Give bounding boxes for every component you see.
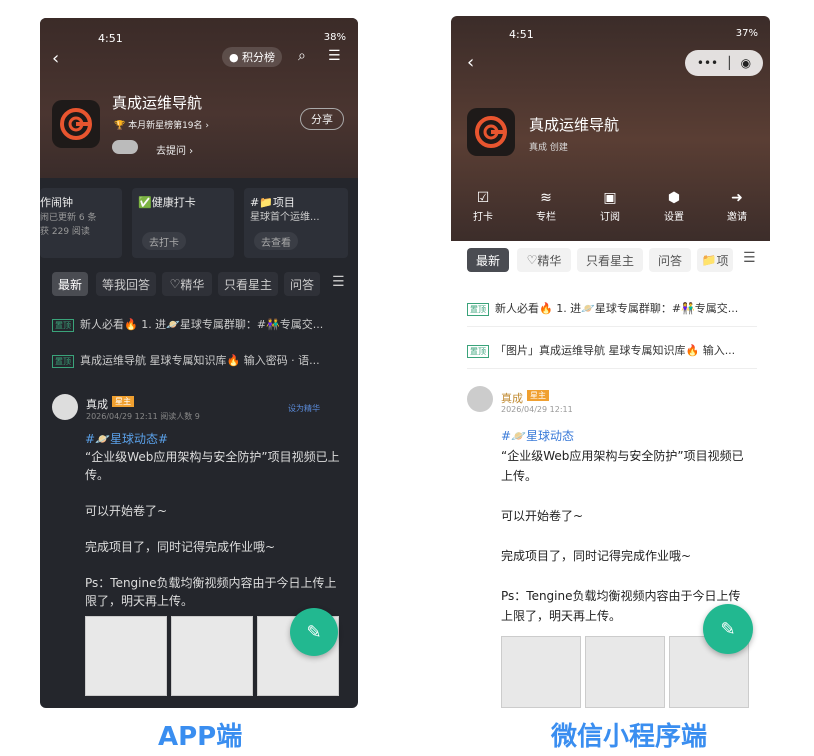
invite-shortcut[interactable]: ➜ 邀请 [717,190,757,223]
tab-qa[interactable]: 问答 [284,272,320,296]
status-time: 4:51 [98,32,123,45]
menu-icon[interactable]: ☰ [328,48,341,64]
tab-latest[interactable]: 最新 [52,272,88,296]
list-icon[interactable]: ☰ [743,250,756,266]
owner-badge: 星主 [112,396,134,407]
tab-latest[interactable]: 最新 [467,248,509,272]
pinned-item[interactable]: 置顶 「图片」真成运维导航 星球专属知识库🔥 输入... [467,342,757,358]
battery-text: 37% [735,28,758,39]
pinned-item[interactable]: 置顶 新人必看🔥 1. 进🪐星球专属群聊：#👫专属交... [467,300,757,316]
tab-owner[interactable]: 只看星主 [577,248,643,272]
capsule-menu[interactable]: ••• │ ◉ [685,50,763,76]
subscribe-shortcut[interactable]: ▣ 订阅 [590,190,630,223]
settings-shortcut[interactable]: ⬢ 设置 [654,190,694,223]
divider [467,368,757,369]
miniprogram-caption: 微信小程序端 [551,722,708,752]
gear-icon: ⬢ [667,190,681,206]
post-body: #🪐星球动态# “企业级Web应用架构与安全防护”项目视频已上传。 可以开始卷了… [85,432,340,608]
pencil-icon: ✎ [306,621,322,643]
view-button[interactable]: 去查看 [254,232,298,250]
author-name: 真成 [501,392,523,405]
post-image[interactable] [585,636,665,708]
tab-project[interactable]: 📁 项 [697,248,733,272]
group-logo [52,100,100,148]
compose-button[interactable]: ✎ [703,604,753,654]
ask-link[interactable]: 去提问 › [156,142,193,157]
member-avatars [112,140,138,154]
battery-text: 38% [323,32,346,43]
tab-waiting[interactable]: 等我回答 [96,272,156,296]
compose-button[interactable]: ✎ [290,608,338,656]
pinned-item[interactable]: 置顶 真成运维导航 星球专属知识库🔥 输入密码 · 语... [52,352,352,368]
divider [467,326,757,327]
share-button[interactable]: 分享 [300,108,344,130]
pencil-icon: ✎ [720,618,736,640]
app-screen: 4:51 38% ‹ ● 积分榜 ⌕ ☰ 真成运维导航 🏆 本月新星榜第19名 … [40,18,358,708]
post-image[interactable] [501,636,581,708]
avatar[interactable] [467,386,493,412]
card-project[interactable]: #📁项目 星球首个运维... 去查看 [244,188,348,258]
ranking-button[interactable]: ● 积分榜 [222,47,282,67]
pinned-item[interactable]: 置顶 新人必看🔥 1. 进🪐星球专属群聊：#👫专属交... [52,316,352,332]
checkin-button[interactable]: 去打卡 [142,232,186,250]
app-caption: APP端 [158,722,243,752]
card-checkin[interactable]: ✅健康打卡 去打卡 [132,188,234,258]
close-circle-icon[interactable]: ◉ [741,56,751,70]
tab-owner[interactable]: 只看星主 [218,272,278,296]
card-alarm[interactable]: 作闹钟 闹已更新 6 条 获 229 阅读 [40,188,122,258]
column-shortcut[interactable]: ≋ 专栏 [526,190,566,223]
tab-essence[interactable]: ♡ 精华 [517,248,571,272]
author-name: 真成 [86,398,108,411]
search-icon[interactable]: ⌕ [298,48,306,64]
list-icon[interactable]: ☰ [332,274,345,290]
status-time: 4:51 [509,28,534,41]
creator-text: 真成 创建 [529,143,568,153]
layers-icon: ≋ [540,190,552,206]
post-body: #🪐星球动态 “企业级Web应用架构与安全防护”项目视频已上传。 可以开始卷了~… [501,429,744,623]
rank-badge[interactable]: 🏆 本月新星榜第19名 › [114,118,209,131]
trophy-icon: ● [228,50,243,64]
miniprogram-screen: 4:51 37% ‹ ••• │ ◉ 真成运维导航 真成 创建 ☑ 打卡 ≋ 专栏 … [451,16,770,708]
set-essence-button[interactable]: 设为精华 [288,403,320,414]
bookmark-icon: ▣ [603,190,617,206]
checkin-shortcut[interactable]: ☑ 打卡 [463,190,503,223]
back-icon[interactable]: ‹ [467,52,474,73]
tab-qa[interactable]: 问答 [649,248,691,272]
share-icon: ➜ [731,190,743,206]
post-image[interactable] [85,616,167,696]
more-icon[interactable]: ••• [697,56,718,70]
group-title: 真成运维导航 [529,116,620,134]
post-meta: 2026/04/29 12:11 阅读人数 9 [86,412,200,421]
checkin-icon: ☑ [476,190,490,206]
post-meta: 2026/04/29 12:11 [501,405,573,414]
avatar[interactable] [52,394,78,420]
post-image[interactable] [171,616,253,696]
group-logo [467,108,515,156]
group-title: 真成运维导航 [112,94,203,112]
owner-badge: 星主 [527,390,549,401]
tab-essence[interactable]: ♡ 精华 [162,272,212,296]
back-icon[interactable]: ‹ [52,48,59,69]
